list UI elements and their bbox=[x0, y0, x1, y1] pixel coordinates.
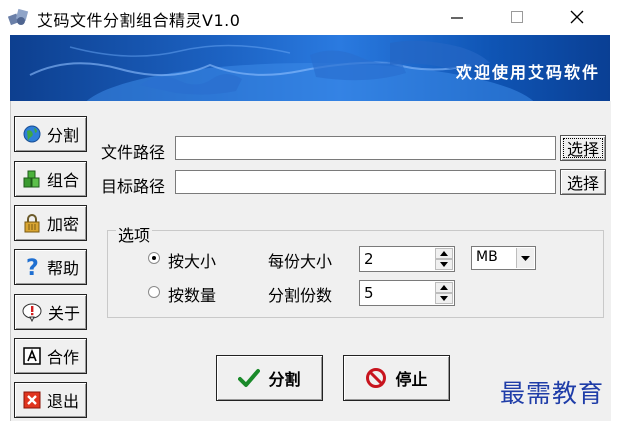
arrow-down-icon bbox=[440, 262, 448, 267]
sidebar-item-split[interactable]: 分割 bbox=[14, 116, 87, 152]
file-path-input[interactable] bbox=[175, 136, 556, 160]
sidebar-item-exit[interactable]: 退出 bbox=[14, 382, 87, 418]
decrement-button[interactable] bbox=[435, 293, 453, 304]
stop-button-label: 停止 bbox=[395, 370, 428, 389]
maximize-icon bbox=[511, 11, 523, 23]
unit-dropdown-button[interactable] bbox=[516, 248, 534, 268]
globe-icon bbox=[23, 125, 41, 143]
split-button[interactable]: 分割 bbox=[216, 355, 323, 401]
header-banner: 欢迎使用艾码软件 bbox=[10, 35, 610, 101]
arrow-up-icon bbox=[440, 251, 448, 256]
minimize-icon bbox=[451, 17, 463, 19]
stop-button[interactable]: 停止 bbox=[343, 355, 450, 401]
close-button[interactable] bbox=[554, 0, 600, 34]
part-count-value[interactable]: 5 bbox=[364, 284, 374, 302]
sidebar-item-label: 组合 bbox=[46, 171, 79, 190]
close-icon bbox=[570, 10, 584, 24]
by-size-label[interactable]: 按大小 bbox=[168, 248, 216, 272]
sidebar-item-label: 退出 bbox=[46, 392, 79, 411]
stop-icon bbox=[366, 368, 387, 388]
size-per-part-label: 每份大小 bbox=[268, 252, 333, 271]
size-per-part-label-clip: 每份大小 bbox=[268, 248, 334, 272]
size-stepper-buttons bbox=[435, 248, 453, 270]
unit-select[interactable]: MB bbox=[471, 246, 536, 270]
browse-target-button[interactable]: 选择 bbox=[560, 169, 606, 195]
sidebar-item-cooperate[interactable]: 合作 bbox=[14, 338, 87, 374]
radio-by-count[interactable] bbox=[148, 286, 160, 298]
target-path-label: 目标路径 bbox=[101, 177, 166, 196]
welcome-text: 欢迎使用艾码软件 bbox=[455, 63, 600, 82]
chevron-down-icon bbox=[521, 255, 530, 261]
sidebar-item-label: 帮助 bbox=[46, 259, 79, 278]
app-icon bbox=[8, 8, 29, 26]
window-title: 艾码文件分割组合精灵V1.0 bbox=[37, 11, 241, 30]
sidebar-item-label: 合作 bbox=[46, 348, 79, 367]
count-stepper-buttons bbox=[435, 282, 453, 304]
sidebar-item-label: 关于 bbox=[47, 304, 80, 323]
minimize-button[interactable] bbox=[434, 0, 480, 34]
title-bar: 艾码文件分割组合精灵V1.0 bbox=[0, 0, 621, 34]
part-count-label: 分割份数 bbox=[268, 286, 333, 305]
arrow-down-icon bbox=[440, 296, 448, 301]
radio-by-size[interactable] bbox=[148, 252, 160, 264]
part-count-stepper[interactable]: 5 bbox=[359, 280, 455, 306]
info-icon bbox=[22, 303, 42, 322]
sidebar-item-label: 加密 bbox=[46, 215, 79, 234]
sidebar-item-encrypt[interactable]: 加密 bbox=[14, 205, 87, 241]
target-path-input[interactable] bbox=[175, 170, 556, 194]
question-icon: ? bbox=[26, 256, 39, 278]
increment-button[interactable] bbox=[435, 248, 453, 259]
by-count-label[interactable]: 按数量 bbox=[168, 282, 216, 306]
arrow-up-icon bbox=[440, 285, 448, 290]
blocks-icon bbox=[23, 170, 40, 188]
partner-icon bbox=[23, 347, 41, 365]
browse-file-button[interactable]: 选择 bbox=[560, 135, 606, 161]
options-legend: 选项 bbox=[116, 222, 153, 246]
file-path-label: 文件路径 bbox=[101, 143, 166, 162]
split-button-label: 分割 bbox=[268, 370, 301, 389]
size-per-part-stepper[interactable]: 2 bbox=[359, 246, 455, 272]
unit-value: MB bbox=[476, 249, 498, 265]
sidebar-item-help[interactable]: ? 帮助 bbox=[14, 249, 87, 285]
increment-button[interactable] bbox=[435, 282, 453, 293]
decrement-button[interactable] bbox=[435, 259, 453, 270]
part-count-label-clip: 分割份数 bbox=[268, 282, 334, 306]
checkmark-icon bbox=[238, 369, 261, 387]
svg-text:?: ? bbox=[26, 256, 39, 278]
maximize-button[interactable] bbox=[494, 0, 540, 34]
lock-icon bbox=[24, 214, 40, 233]
sidebar-item-about[interactable]: 关于 bbox=[14, 294, 87, 330]
sidebar-item-combine[interactable]: 组合 bbox=[14, 161, 87, 197]
sidebar-item-label: 分割 bbox=[46, 126, 79, 145]
exit-icon bbox=[23, 391, 41, 409]
watermark-text: 最需教育 bbox=[500, 379, 605, 408]
size-per-part-value[interactable]: 2 bbox=[364, 250, 374, 268]
